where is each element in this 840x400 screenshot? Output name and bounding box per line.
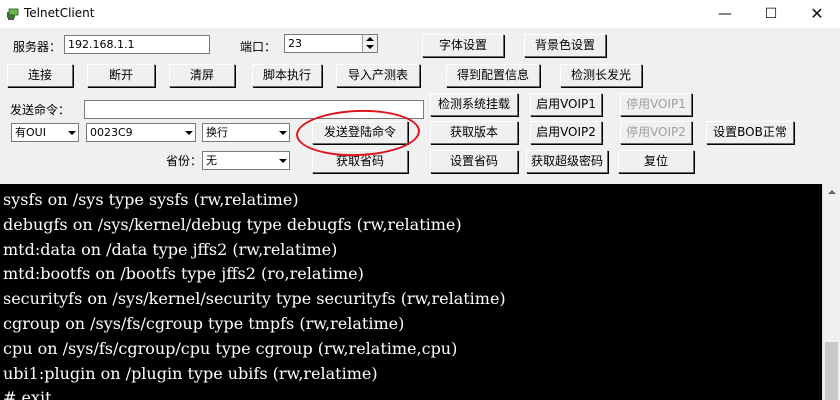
window-title: TelnetClient xyxy=(24,6,95,20)
console-output[interactable]: sysfs on /sys type sysfs (rw,relatime) d… xyxy=(0,184,822,400)
server-label: 服务器： xyxy=(13,40,62,54)
get-province-button[interactable]: 获取省码 xyxy=(312,150,408,173)
scrollbar-thumb[interactable] xyxy=(825,342,838,400)
app-icon xyxy=(7,8,19,20)
newline-select[interactable]: 换行 xyxy=(202,123,290,142)
send-command-input[interactable] xyxy=(84,100,424,119)
get-super-password-button[interactable]: 获取超级密码 xyxy=(526,150,608,173)
server-input[interactable]: 192.168.1.1 xyxy=(64,35,210,54)
disable-voip2-button[interactable]: 停用VOIP2 xyxy=(620,121,692,144)
console-scrollbar[interactable] xyxy=(822,184,840,400)
code-select[interactable]: 0023C9 xyxy=(86,123,196,142)
send-login-command-button[interactable]: 发送登陆命令 xyxy=(312,121,408,144)
province-select-value: 无 xyxy=(206,154,217,167)
send-command-label: 发送命令： xyxy=(10,103,71,117)
chevron-down-icon[interactable] xyxy=(63,124,78,141)
clear-screen-button[interactable]: 清屏 xyxy=(169,64,235,87)
get-version-button[interactable]: 获取版本 xyxy=(430,121,518,144)
set-province-button[interactable]: 设置省码 xyxy=(430,150,518,173)
reset-button[interactable]: 复位 xyxy=(618,150,694,173)
console-line: mtd:bootfs on /bootfs type jffs2 (ro,rel… xyxy=(3,264,364,284)
bg-color-settings-button[interactable]: 背景色设置 xyxy=(524,34,606,57)
close-button[interactable]: ✕ xyxy=(794,0,840,28)
enable-voip1-button[interactable]: 启用VOIP1 xyxy=(530,93,602,116)
title-bar: TelnetClient — ☐ ✕ xyxy=(0,0,840,28)
console-line: sysfs on /sys type sysfs (rw,relatime) xyxy=(3,190,299,209)
font-settings-button[interactable]: 字体设置 xyxy=(422,34,504,57)
set-bob-normal-button[interactable]: 设置BOB正常 xyxy=(706,121,794,144)
console-line: debugfs on /sys/kernel/debug type debugf… xyxy=(3,214,462,234)
connect-button[interactable]: 连接 xyxy=(7,64,73,87)
scroll-up-arrow-icon[interactable] xyxy=(823,184,840,201)
detect-system-mount-button[interactable]: 检测系统挂载 xyxy=(430,93,518,116)
port-value: 23 xyxy=(288,37,302,50)
province-label: 省份： xyxy=(166,154,203,168)
disable-voip1-button[interactable]: 停用VOIP1 xyxy=(620,93,692,116)
console-line: securityfs on /sys/kernel/security type … xyxy=(3,289,506,309)
oui-select[interactable]: 有OUI xyxy=(11,123,79,142)
console-line: ubi1:plugin on /plugin type ubifs (rw,re… xyxy=(3,363,378,383)
console-line: mtd:data on /data type jffs2 (rw,relatim… xyxy=(3,239,338,259)
disconnect-button[interactable]: 断开 xyxy=(87,64,155,87)
newline-select-value: 换行 xyxy=(206,126,228,139)
chevron-down-icon[interactable] xyxy=(274,152,289,169)
spin-arrows-icon[interactable] xyxy=(362,35,377,52)
maximize-button[interactable]: ☐ xyxy=(748,0,794,28)
detect-long-led-button[interactable]: 检测长发光 xyxy=(560,64,642,87)
province-select[interactable]: 无 xyxy=(202,151,290,170)
run-script-button[interactable]: 脚本执行 xyxy=(252,64,322,87)
port-spinner[interactable]: 23 xyxy=(284,34,378,53)
console-line: # exit xyxy=(3,388,52,400)
console-line: cgroup on /sys/fs/cgroup type tmpfs (rw,… xyxy=(3,313,405,333)
port-label: 端口： xyxy=(240,40,277,54)
import-product-table-button[interactable]: 导入产测表 xyxy=(336,64,420,87)
chevron-down-icon[interactable] xyxy=(274,124,289,141)
minimize-button[interactable]: — xyxy=(702,0,748,28)
code-select-value: 0023C9 xyxy=(90,126,133,139)
get-config-info-button[interactable]: 得到配置信息 xyxy=(446,64,540,87)
enable-voip2-button[interactable]: 启用VOIP2 xyxy=(530,121,602,144)
console-line: cpu on /sys/fs/cgroup/cpu type cgroup (r… xyxy=(3,338,458,358)
chevron-down-icon[interactable] xyxy=(180,124,195,141)
oui-select-value: 有OUI xyxy=(15,126,46,139)
